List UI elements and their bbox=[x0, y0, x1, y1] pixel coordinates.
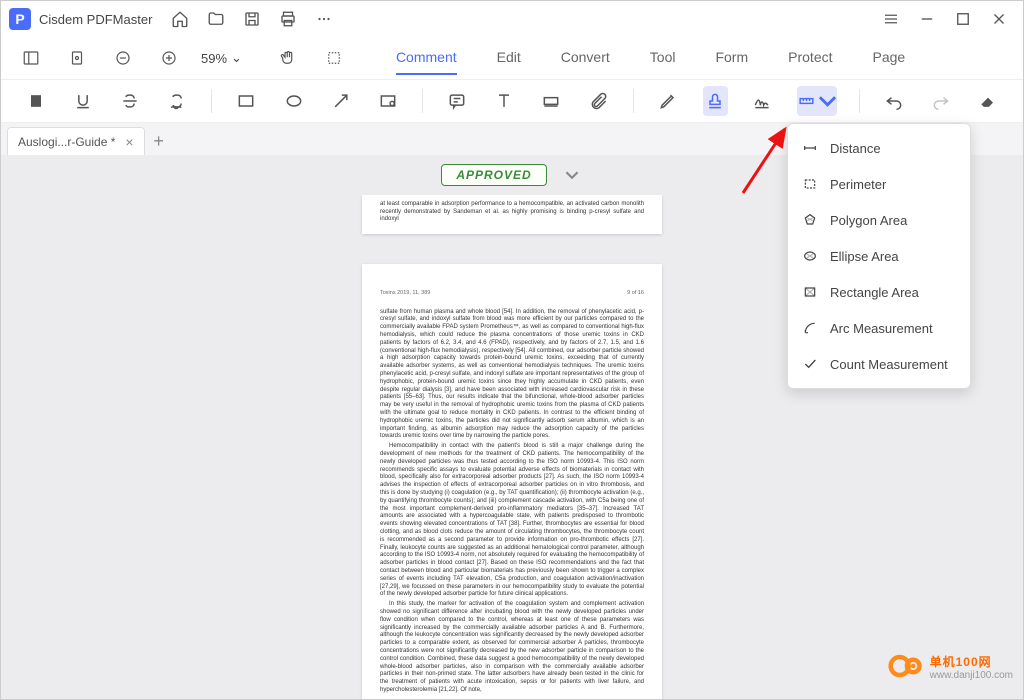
save-icon[interactable] bbox=[236, 3, 268, 35]
open-icon[interactable] bbox=[200, 3, 232, 35]
pdf-page: Toxins 2019, 11, 389 9 of 16 sulfate fro… bbox=[362, 264, 662, 700]
page-header-right: 9 of 16 bbox=[627, 290, 644, 297]
rectangle-shape-icon[interactable] bbox=[234, 86, 259, 116]
attachment-icon[interactable] bbox=[586, 86, 611, 116]
tab-form[interactable]: Form bbox=[715, 41, 748, 75]
menu-icon[interactable] bbox=[875, 3, 907, 35]
page-paragraph: In this study, the marker for activation… bbox=[380, 601, 644, 695]
tab-comment[interactable]: Comment bbox=[396, 41, 457, 75]
file-tab-close-icon[interactable]: × bbox=[125, 134, 133, 150]
home-icon[interactable] bbox=[164, 3, 196, 35]
watermark-url: www.danji100.com bbox=[930, 670, 1013, 682]
select-tool-icon[interactable] bbox=[320, 44, 348, 72]
file-tab-label: Auslogi...r-Guide * bbox=[18, 135, 115, 149]
tab-tool[interactable]: Tool bbox=[650, 41, 676, 75]
minimize-icon[interactable] bbox=[911, 3, 943, 35]
more-icon[interactable] bbox=[308, 3, 340, 35]
eraser-icon[interactable] bbox=[976, 86, 1001, 116]
zoom-in-icon[interactable] bbox=[155, 44, 183, 72]
signature-icon[interactable] bbox=[750, 86, 775, 116]
measure-icon[interactable] bbox=[797, 86, 837, 116]
watermark: 单机100网 www.danji100.com bbox=[888, 648, 1013, 689]
sidebar-toggle-icon[interactable] bbox=[17, 44, 45, 72]
print-icon[interactable] bbox=[272, 3, 304, 35]
page-paragraph: sulfate from human plasma and whole bloo… bbox=[380, 309, 644, 442]
oval-shape-icon[interactable] bbox=[281, 86, 306, 116]
note-icon[interactable] bbox=[445, 86, 470, 116]
app-logo: P bbox=[9, 8, 31, 30]
tab-page[interactable]: Page bbox=[873, 41, 906, 75]
tab-convert[interactable]: Convert bbox=[561, 41, 610, 75]
hand-tool-icon[interactable] bbox=[274, 44, 302, 72]
menu-perimeter[interactable]: Perimeter bbox=[788, 166, 970, 202]
menu-count-measurement[interactable]: Count Measurement bbox=[788, 346, 970, 382]
menu-arc-measurement[interactable]: Arc Measurement bbox=[788, 310, 970, 346]
line-shape-icon[interactable] bbox=[375, 86, 400, 116]
menu-distance[interactable]: Distance bbox=[788, 130, 970, 166]
measure-dropdown: Distance Perimeter Polygon Area Ellipse … bbox=[787, 123, 971, 389]
highlight-icon[interactable] bbox=[23, 86, 48, 116]
new-tab-icon[interactable]: + bbox=[145, 127, 173, 155]
stamp-preview: APPROVED bbox=[441, 164, 546, 186]
app-name: Cisdem PDFMaster bbox=[39, 12, 152, 27]
menu-polygon-area[interactable]: Polygon Area bbox=[788, 202, 970, 238]
tab-protect[interactable]: Protect bbox=[788, 41, 832, 75]
underline-icon[interactable] bbox=[70, 86, 95, 116]
menu-ellipse-area[interactable]: Ellipse Area bbox=[788, 238, 970, 274]
text-icon[interactable] bbox=[492, 86, 517, 116]
arrow-shape-icon[interactable] bbox=[328, 86, 353, 116]
stamp-dropdown-icon[interactable] bbox=[561, 164, 583, 186]
watermark-text: 单机100网 bbox=[930, 655, 1013, 669]
zoom-level[interactable]: 59%⌄ bbox=[201, 50, 242, 66]
maximize-icon[interactable] bbox=[947, 3, 979, 35]
page-view-icon[interactable] bbox=[63, 44, 91, 72]
page-paragraph: Hemocompatibility in contact with the pa… bbox=[380, 443, 644, 599]
file-tab[interactable]: Auslogi...r-Guide * × bbox=[7, 127, 145, 155]
textbox-icon[interactable] bbox=[539, 86, 564, 116]
zoom-out-icon[interactable] bbox=[109, 44, 137, 72]
close-icon[interactable] bbox=[983, 3, 1015, 35]
menu-rectangle-area[interactable]: Rectangle Area bbox=[788, 274, 970, 310]
redo-icon[interactable] bbox=[929, 86, 954, 116]
strikethrough-icon[interactable] bbox=[117, 86, 142, 116]
tab-edit[interactable]: Edit bbox=[497, 41, 521, 75]
pencil-icon[interactable] bbox=[656, 86, 681, 116]
page-header-left: Toxins 2019, 11, 389 bbox=[380, 290, 430, 297]
pdf-page-fragment: at least comparable in adsorption perfor… bbox=[362, 195, 662, 234]
squiggly-icon[interactable] bbox=[164, 86, 189, 116]
undo-icon[interactable] bbox=[882, 86, 907, 116]
stamp-icon[interactable] bbox=[703, 86, 728, 116]
